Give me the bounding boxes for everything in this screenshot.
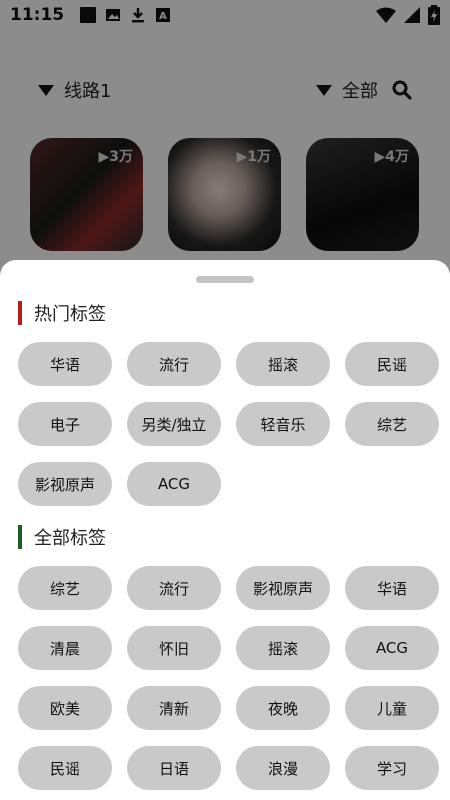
tag-chip[interactable]: ACG — [345, 626, 439, 670]
tag-chip[interactable]: 摇滚 — [236, 342, 330, 386]
tag-chip[interactable]: 华语 — [345, 566, 439, 610]
tag-chip[interactable]: 综艺 — [345, 402, 439, 446]
tag-chip[interactable]: 儿童 — [345, 686, 439, 730]
tag-chip[interactable]: 夜晚 — [236, 686, 330, 730]
tag-chip[interactable]: 日语 — [127, 746, 221, 790]
tag-chip[interactable]: 影视原声 — [236, 566, 330, 610]
tag-chip[interactable]: 另类/独立 — [127, 402, 221, 446]
tag-chip[interactable]: 流行 — [127, 342, 221, 386]
tag-chip[interactable]: 学习 — [345, 746, 439, 790]
tag-chip[interactable]: 摇滚 — [236, 626, 330, 670]
section-accent-bar — [18, 525, 22, 549]
tag-chip[interactable]: 综艺 — [18, 566, 112, 610]
tag-bottom-sheet: 热门标签 华语 流行 摇滚 民谣 电子 另类/独立 轻音乐 综艺 影视原声 ACG 全部标签 综艺… — [0, 260, 450, 800]
tag-chip[interactable]: 清晨 — [18, 626, 112, 670]
tag-chip[interactable]: 影视原声 — [18, 462, 112, 506]
tag-chip[interactable]: 欧美 — [18, 686, 112, 730]
hot-tags-title: 热门标签 — [34, 304, 106, 325]
hot-tags-header: 热门标签 — [18, 300, 106, 326]
tag-chip[interactable]: 电子 — [18, 402, 112, 446]
tag-chip[interactable]: 怀旧 — [127, 626, 221, 670]
all-tags-header: 全部标签 — [18, 524, 106, 550]
tag-chip[interactable]: 华语 — [18, 342, 112, 386]
tag-chip[interactable]: 流行 — [127, 566, 221, 610]
tag-chip[interactable]: ACG — [127, 462, 221, 506]
tag-chip[interactable]: 清新 — [127, 686, 221, 730]
tag-chip[interactable]: 民谣 — [18, 746, 112, 790]
section-accent-bar — [18, 301, 22, 325]
tag-chip[interactable]: 浪漫 — [236, 746, 330, 790]
tag-chip[interactable]: 民谣 — [345, 342, 439, 386]
sheet-drag-handle[interactable] — [196, 276, 254, 283]
tag-chip[interactable]: 轻音乐 — [236, 402, 330, 446]
all-tags-title: 全部标签 — [34, 528, 106, 549]
